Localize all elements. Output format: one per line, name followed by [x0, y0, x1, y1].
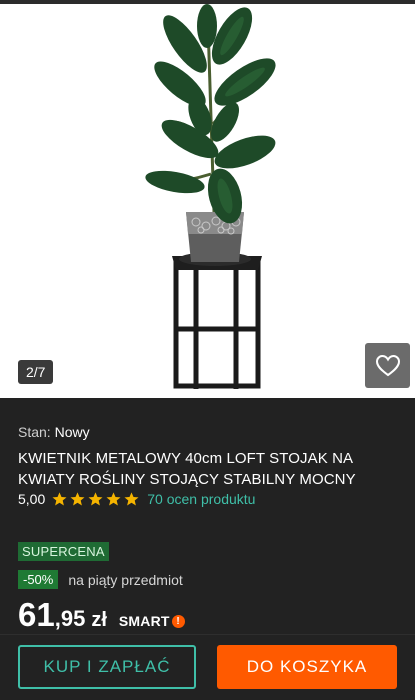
product-gallery[interactable]: 2/7 [0, 4, 415, 398]
price-row: 61 ,95 zł SMART ! [18, 596, 185, 634]
smart-label: SMART [118, 613, 170, 629]
rating-stars [51, 491, 141, 507]
bottom-action-bar: KUP I ZAPŁAĆ DO KOSZYKA [0, 634, 415, 700]
reviews-link[interactable]: 70 ocen produktu [147, 491, 255, 507]
star-icon [106, 492, 121, 506]
condition-value: Nowy [54, 424, 90, 440]
smart-info-icon: ! [171, 614, 185, 628]
price-integer: 61 [18, 596, 55, 633]
smart-badge[interactable]: SMART ! [119, 613, 185, 629]
rating-score: 5,00 [18, 491, 46, 507]
heart-outline-icon [375, 354, 400, 376]
price-decimal: ,95 [54, 606, 86, 631]
star-icon [88, 492, 103, 506]
star-icon [124, 492, 139, 506]
supercena-badge: SUPERCENA [18, 542, 109, 561]
star-icon [52, 492, 67, 506]
product-image [145, 4, 276, 389]
image-counter: 2/7 [18, 360, 54, 384]
condition-row: Stan: Nowy [18, 424, 90, 440]
star-icon [70, 492, 85, 506]
price-currency: zł [91, 609, 107, 631]
rating-row[interactable]: 5,00 70 ocen produktu [18, 491, 255, 507]
discount-text: na piąty przedmiot [68, 571, 183, 588]
discount-badge: -50% [18, 570, 59, 589]
discount-row: -50% na piąty przedmiot [18, 570, 183, 589]
buy-now-button[interactable]: KUP I ZAPŁAĆ [18, 645, 196, 689]
add-to-cart-button[interactable]: DO KOSZYKA [217, 645, 397, 689]
product-title: KWIETNIK METALOWY 40cm LOFT STOJAK NA KW… [18, 450, 356, 488]
condition-label: Stan: [18, 424, 51, 440]
favorite-button[interactable] [365, 343, 410, 388]
